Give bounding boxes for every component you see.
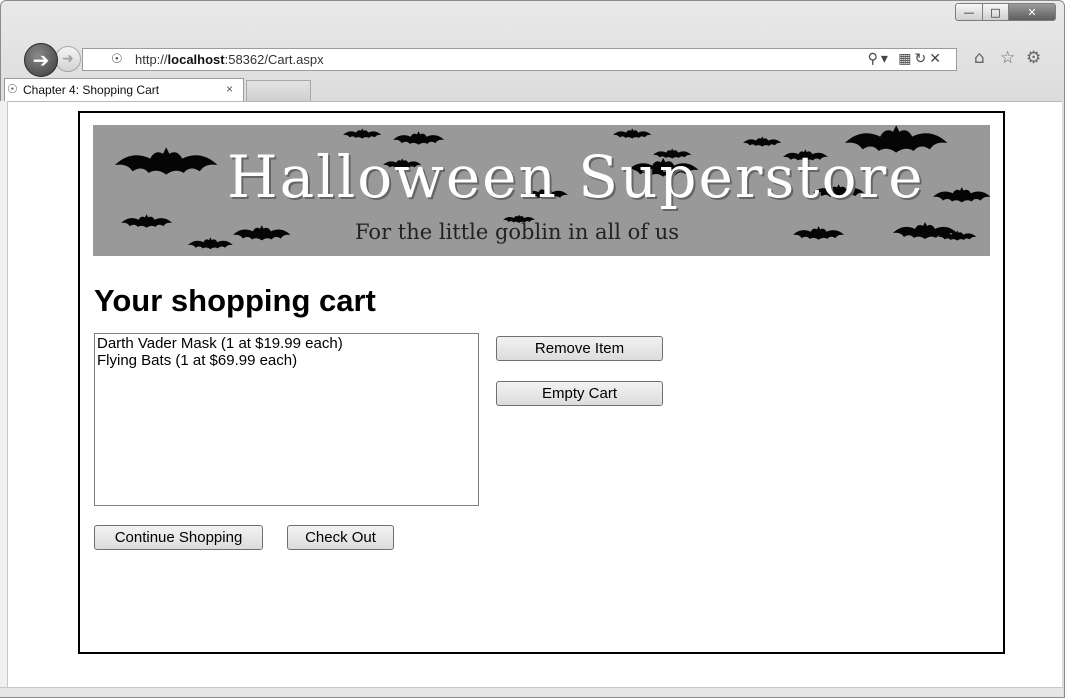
- address-url[interactable]: http://localhost:58362/Cart.aspx: [135, 52, 324, 67]
- cart-listbox[interactable]: Darth Vader Mask (1 at $19.99 each) Flyi…: [94, 333, 479, 506]
- url-prefix: http://: [135, 52, 168, 67]
- banner-title: Halloween Superstore: [227, 143, 925, 211]
- ie-icon: ☉: [111, 52, 123, 67]
- refresh-icon[interactable]: ↻: [915, 51, 930, 67]
- settings-icon[interactable]: ⚙: [1026, 48, 1041, 68]
- tab-active[interactable]: ☉ Chapter 4: Shopping Cart ×: [4, 78, 244, 101]
- close-button[interactable]: ✕: [1008, 3, 1056, 21]
- address-bar[interactable]: ☉ http://localhost:58362/Cart.aspx ⚲▾ ▦↻…: [82, 48, 957, 71]
- banner: Halloween Superstore For the little gobl…: [93, 125, 990, 256]
- empty-cart-button[interactable]: Empty Cart: [496, 381, 663, 406]
- url-host: localhost: [167, 52, 225, 67]
- list-item[interactable]: Darth Vader Mask (1 at $19.99 each): [97, 335, 476, 352]
- ie-tab-icon: ☉: [7, 82, 18, 96]
- list-item[interactable]: Flying Bats (1 at $69.99 each): [97, 352, 476, 369]
- compat-icon[interactable]: ▦: [898, 51, 914, 67]
- page-title: Your shopping cart: [94, 283, 376, 318]
- check-out-button[interactable]: Check Out: [287, 525, 394, 550]
- minimize-button[interactable]: —: [955, 3, 983, 21]
- remove-item-button[interactable]: Remove Item: [496, 336, 663, 361]
- home-icon[interactable]: ⌂: [974, 48, 985, 68]
- url-rest: :58362/Cart.aspx: [224, 52, 324, 67]
- address-tools: ⚲▾ ▦↻✕: [868, 51, 944, 67]
- status-bar: [0, 687, 1063, 697]
- maximize-button[interactable]: □: [982, 3, 1009, 21]
- tab-title: Chapter 4: Shopping Cart: [23, 83, 160, 97]
- search-icon[interactable]: ⚲▾: [868, 51, 891, 67]
- back-button[interactable]: ➔: [24, 43, 58, 77]
- continue-shopping-button[interactable]: Continue Shopping: [94, 525, 263, 550]
- back-icon: ➔: [32, 48, 50, 72]
- left-scrollbar: [0, 101, 8, 687]
- new-tab-button[interactable]: [246, 80, 311, 101]
- forward-button[interactable]: ➜: [55, 46, 81, 72]
- forward-icon: ➜: [62, 51, 74, 67]
- page-container: Halloween Superstore For the little gobl…: [78, 111, 1005, 654]
- stop-icon[interactable]: ✕: [929, 51, 944, 67]
- tab-close-icon[interactable]: ×: [226, 82, 233, 96]
- banner-tagline: For the little goblin in all of us: [355, 220, 680, 244]
- favorites-icon[interactable]: ☆: [1000, 48, 1015, 68]
